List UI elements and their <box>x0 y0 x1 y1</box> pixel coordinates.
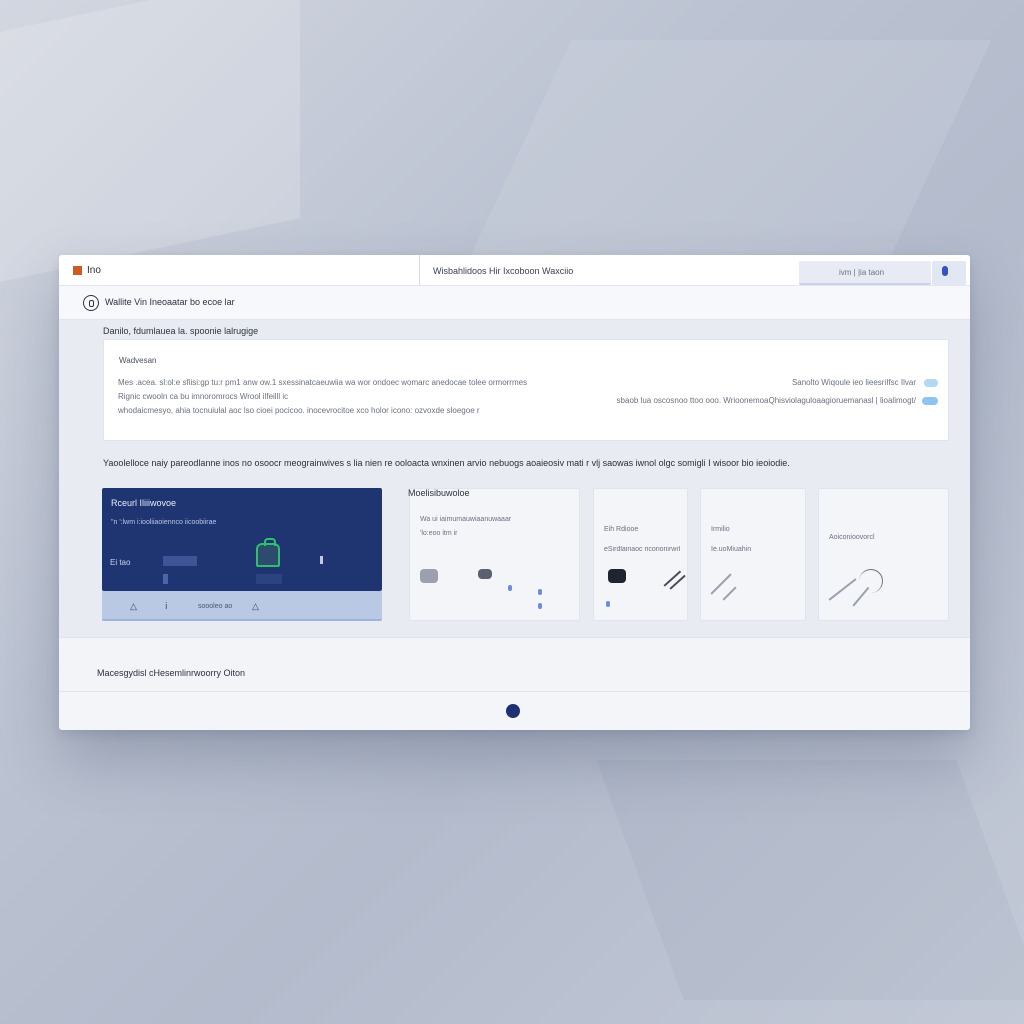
card-right-line: sbaob lua oscosnoo ttoo ooo. WrioonemoaQ… <box>616 396 916 405</box>
app-window: Ino Wisbahlidoos Hir Ixcoboon Waxciio iv… <box>59 255 970 730</box>
sub-header: Wallite Vin Ineoaatar bo ecoe lar <box>59 286 970 320</box>
curve-icon <box>859 569 883 593</box>
pen-stroke-icon <box>710 573 732 595</box>
tile-label: Ei tao <box>110 558 131 567</box>
tile-line: eSirdlairiaoc ricorioriirwrl <box>604 546 681 553</box>
card-label: Wadvesan <box>119 356 157 365</box>
pen-stroke-icon <box>828 578 857 601</box>
tile-bar <box>163 556 197 566</box>
description-text: Yaoolelloce naiy pareodlanne inos no oso… <box>103 458 790 468</box>
back-circle-icon[interactable] <box>83 295 99 311</box>
status-dot <box>538 603 542 609</box>
toggle-pill[interactable] <box>922 397 938 405</box>
tile-subtitle: "n ':lwm i:iooliiaoiennco iicoobiirae <box>111 519 217 526</box>
top-bar-divider <box>419 255 420 286</box>
tile-bar <box>163 574 168 584</box>
status-dot <box>538 589 542 595</box>
option-tile[interactable]: Wa ui iaimumauwiaanuwaaar 'lo:eoo itm ir <box>409 488 580 621</box>
tile-bar <box>256 574 282 584</box>
tile-line: Irmilio <box>711 526 730 533</box>
option-tile[interactable]: Aoiconioovorcl <box>818 488 949 621</box>
status-dot <box>606 601 610 607</box>
tile-line: 'lo:eoo itm ir <box>420 530 458 537</box>
card-right-line: Sanolto Wiqoule ieo lieesriIfsc Ilvar <box>791 378 916 387</box>
tile-marker <box>320 556 323 564</box>
featured-tile[interactable]: Rceurl Iliiiwovoe "n ':lwm i:iooliiaoien… <box>102 488 382 591</box>
tile-line: Ie.uoMiuahin <box>711 546 752 553</box>
window-title: Wisbahlidoos Hir Ixcoboon Waxciio <box>433 266 574 276</box>
avatar-icon <box>942 266 948 276</box>
top-bar: Ino Wisbahlidoos Hir Ixcoboon Waxciio iv… <box>59 255 970 286</box>
tile-title: Rceurl Iliiiwovoe <box>111 498 177 508</box>
footer-label: soooleo ao <box>198 603 233 610</box>
toggle-switch[interactable] <box>478 569 492 579</box>
pagination-dot[interactable] <box>506 704 520 718</box>
toggle-switch[interactable] <box>608 569 626 583</box>
logo-icon <box>73 266 82 275</box>
status-dot <box>508 585 512 591</box>
footer-text: Macesgydisl cHesemlinrwoorry Oiton <box>97 668 246 678</box>
search-text: ivm | |ia taon <box>839 268 885 277</box>
tiles-section-title: Moelisibuwoloe <box>408 488 470 498</box>
alert-icon[interactable]: △ <box>252 601 259 612</box>
toggle-switch[interactable] <box>420 569 438 583</box>
app-logo-text[interactable]: Ino <box>87 265 101 276</box>
section-heading: Danilo, fdumlauea la. spoonie lalrugige <box>103 326 259 336</box>
toggle-pill[interactable] <box>924 379 938 387</box>
featured-tile-footer[interactable]: △ ⅰ soooleo ao △ <box>102 591 382 621</box>
tile-line: Aoiconioovorcl <box>829 534 875 541</box>
main-content: Wadvesan Mes .acea. sl:ol:e sfiisi:gp tu… <box>59 320 970 637</box>
footer-section: Macesgydisl cHesemlinrwoorry Oiton <box>59 637 970 692</box>
pen-stroke-icon <box>722 586 737 601</box>
tile-line: Eih Rdiooe <box>604 526 639 533</box>
tile-line: Wa ui iaimumauwiaanuwaaar <box>420 516 512 523</box>
info-icon[interactable]: ⅰ <box>165 601 168 612</box>
warning-icon[interactable]: △ <box>130 601 137 612</box>
settings-card: Wadvesan Mes .acea. sl:ol:e sfiisi:gp tu… <box>103 339 949 441</box>
option-tile[interactable]: Irmilio Ie.uoMiuahin <box>700 488 806 621</box>
user-menu-button[interactable] <box>932 261 966 285</box>
card-line: whodaicmesyo, ahia tocnuiulal aoc lso ci… <box>118 406 480 415</box>
page-title: Wallite Vin Ineoaatar bo ecoe lar <box>105 297 235 307</box>
card-line: Rignic cwooln ca bu imnoromrocs Wrool il… <box>118 392 289 401</box>
card-line: Mes .acea. sl:ol:e sfiisi:gp tu:r pm1 an… <box>118 378 528 387</box>
search-box[interactable]: ivm | |ia taon <box>799 261 931 285</box>
option-tile[interactable]: Eih Rdiooe eSirdlairiaoc ricorioriirwrl <box>593 488 688 621</box>
lock-icon <box>256 538 280 567</box>
